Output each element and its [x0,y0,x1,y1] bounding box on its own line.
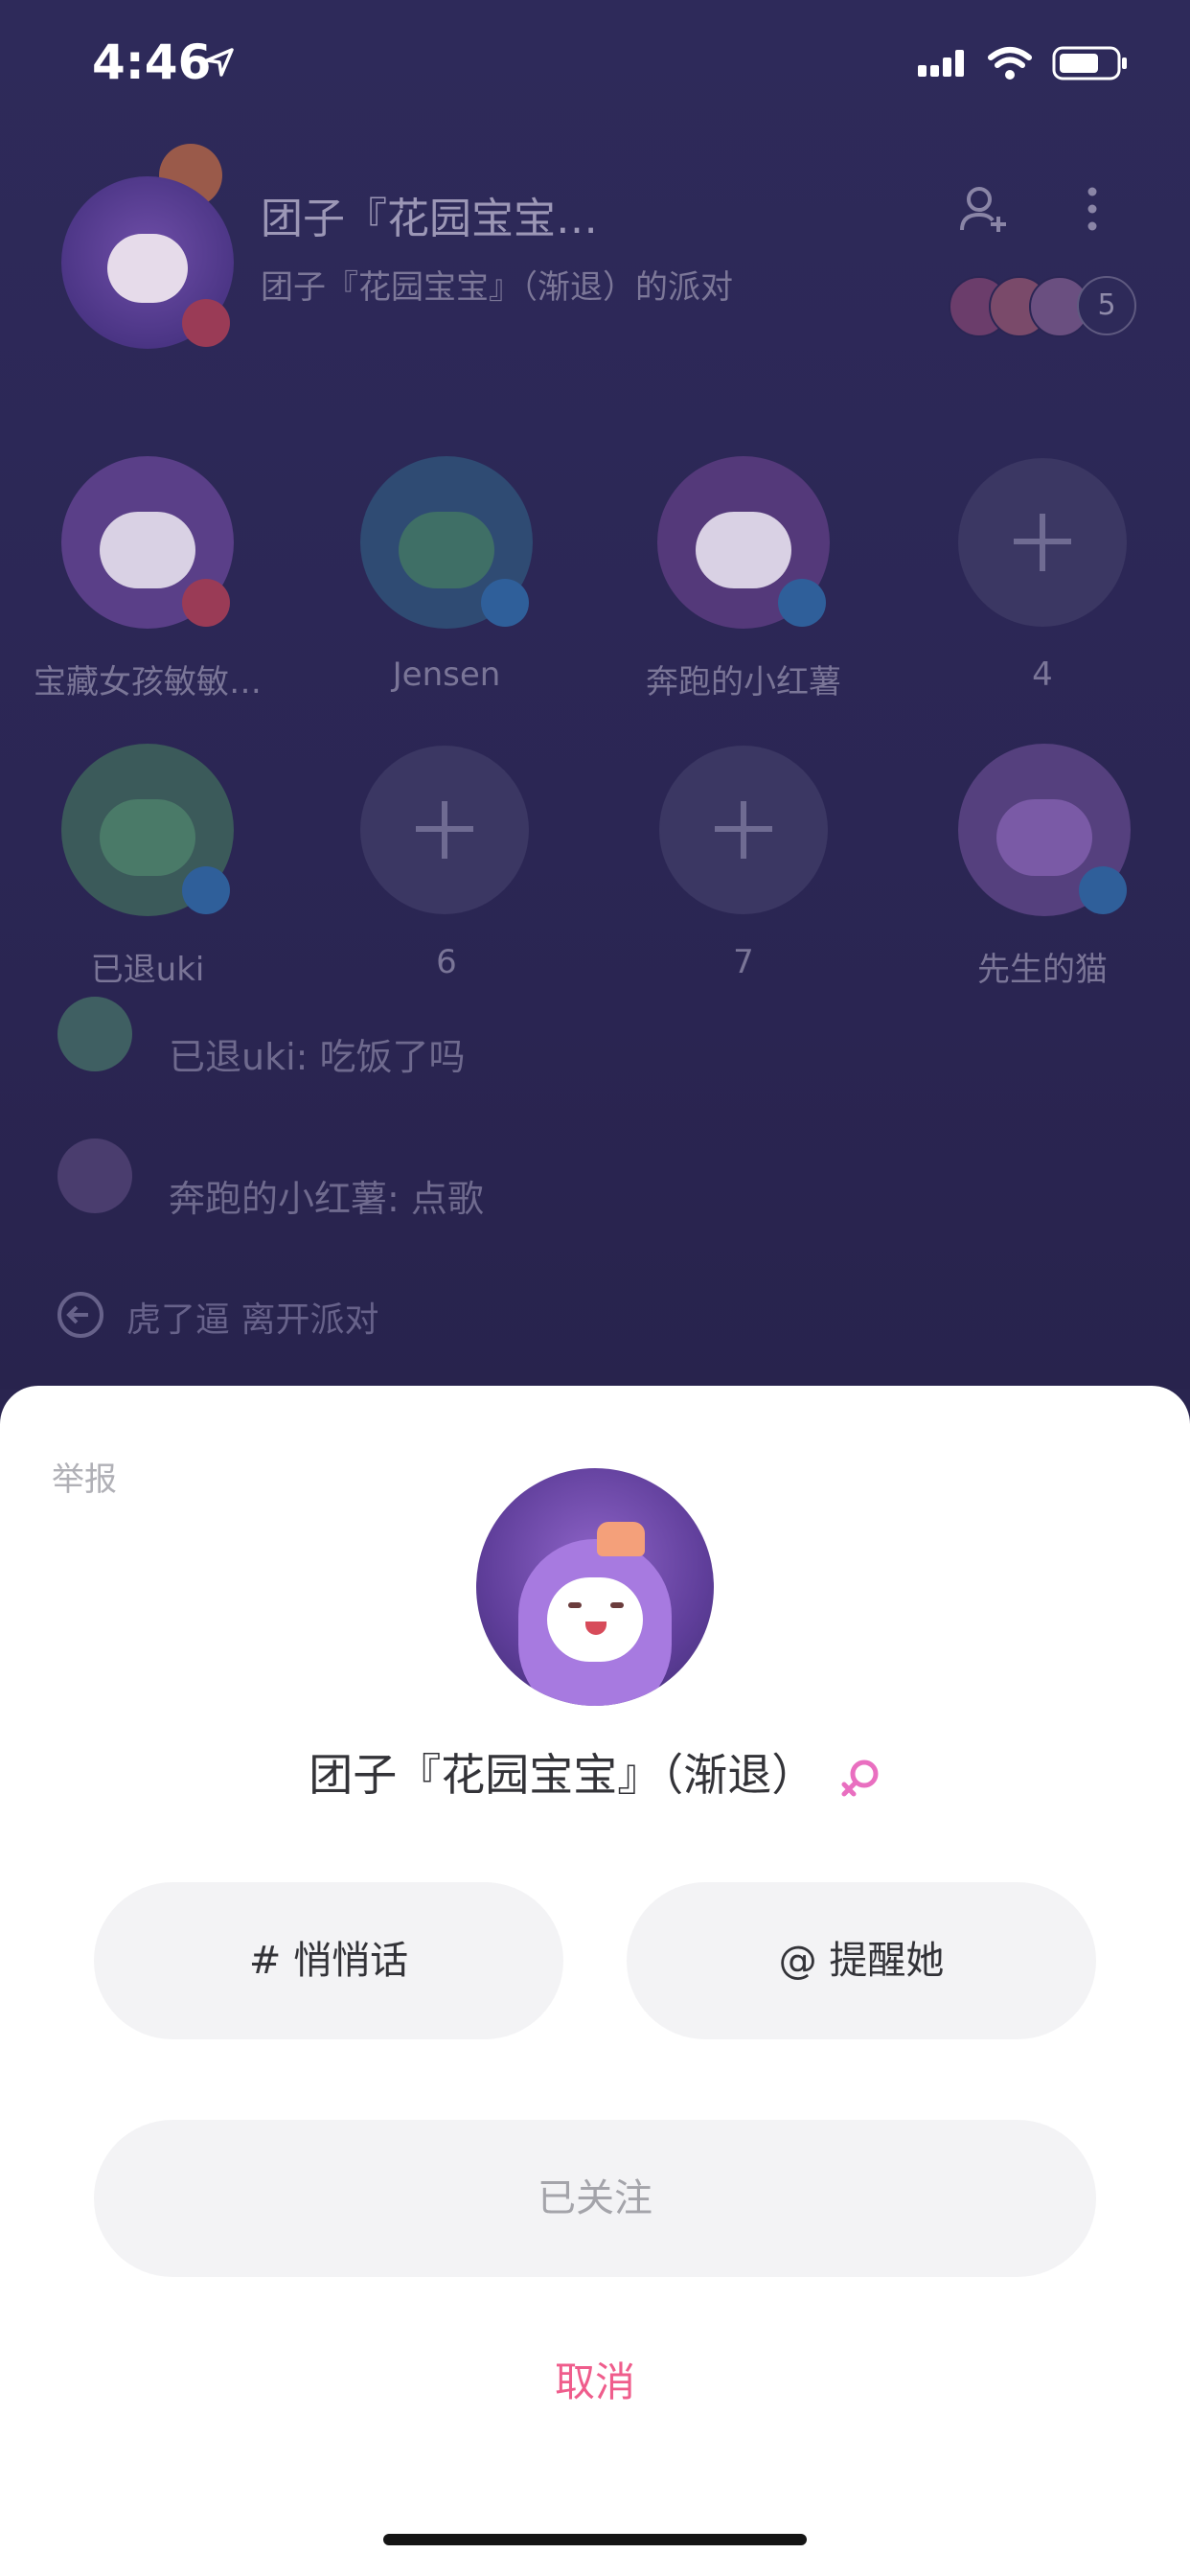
seat-name: 6 [436,943,457,981]
location-arrow-icon [205,48,234,77]
user-name-row: 团子『花园宝宝』（渐退） [0,1740,1190,1804]
mic-on-icon [481,579,529,627]
whisper-button[interactable]: # 悄悄话 [94,1882,563,2039]
plus-icon-stroke [442,801,447,859]
chat-avatar[interactable] [57,1138,132,1213]
audience-count[interactable]: 5 [1077,276,1136,335]
leave-notice: 虎了逼 离开派对 [126,1300,379,1340]
seat-name: 先生的猫 [977,951,1108,989]
seat-name: 已退uki [90,951,205,989]
seat-name: 奔跑的小红薯 [646,663,841,702]
seat-name: 4 [1032,656,1053,694]
status-bar: 4:46 [0,0,1190,134]
avatar-face [107,234,188,303]
room-title: 团子『花园宝宝… [261,195,598,243]
cancel-button[interactable]: 取消 [0,2350,1190,2408]
crown-icon [597,1522,645,1556]
mic-muted-icon [182,299,230,347]
mic-on-icon [778,579,826,627]
avatar-face [100,799,195,876]
mic-on-icon [182,866,230,914]
chat-message: 已退uki: 吃饭了吗 [169,1036,466,1078]
avatar-face [547,1577,643,1662]
avatar-face [696,512,791,588]
empty-seat-6[interactable] [360,746,529,914]
mic-on-icon [1079,866,1127,914]
mic-muted-icon [182,579,230,627]
battery-icon [1052,46,1127,80]
cellular-signal-icon [918,50,964,77]
wifi-icon [988,47,1032,80]
seat-name: 宝藏女孩敏敏… [34,663,262,702]
home-indicator[interactable] [383,2534,807,2545]
report-link[interactable]: 举报 [52,1453,117,1500]
empty-seat-4[interactable] [958,458,1127,627]
add-user-icon[interactable] [958,184,1012,238]
plus-icon-stroke [741,801,746,859]
seat-name: 7 [733,943,754,981]
room-subtitle: 团子『花园宝宝』（渐退）的派对 [261,268,733,307]
user-action-sheet: 举报 团子『花园宝宝』（渐退） # 悄悄话 @ 提醒她 已关注 取消 [0,1386,1190,2576]
user-name: 团子『花园宝宝』（渐退） [309,1749,816,1801]
user-avatar [476,1468,714,1706]
mention-button[interactable]: @ 提醒她 [627,1882,1096,2039]
status-time: 4:46 [92,34,212,90]
female-gender-icon [841,1760,879,1796]
avatar-face [996,799,1092,876]
seat-name: Jensen [392,656,501,694]
follow-status-button[interactable]: 已关注 [94,2120,1096,2277]
chat-avatar[interactable] [57,997,132,1071]
avatar-eye [610,1602,624,1608]
plus-icon-stroke [1040,514,1045,571]
avatar-eye [568,1602,582,1608]
leave-party-icon [57,1292,103,1338]
chat-message: 奔跑的小红薯: 点歌 [169,1178,484,1220]
avatar-face [100,512,195,588]
more-options-icon[interactable] [1079,184,1106,238]
avatar-face [399,512,494,588]
empty-seat-7[interactable] [659,746,828,914]
